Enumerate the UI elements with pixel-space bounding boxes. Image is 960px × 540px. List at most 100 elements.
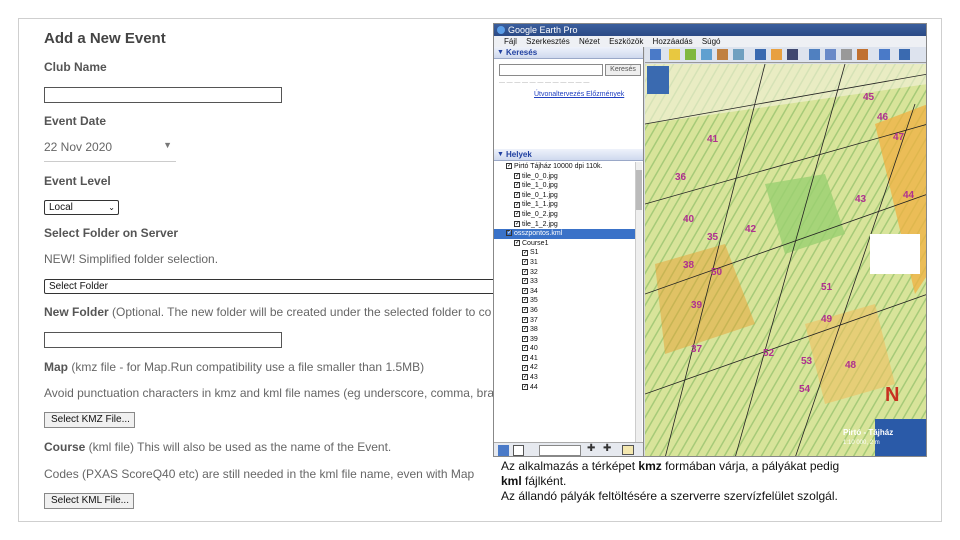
search-links[interactable]: Útvonaltervezés Előzmények bbox=[534, 91, 624, 98]
caption-text: Az alkalmazás a térképet bbox=[501, 459, 639, 473]
polygon-icon[interactable] bbox=[685, 49, 696, 60]
ruler-icon[interactable] bbox=[809, 49, 820, 60]
event-date-picker[interactable]: 22 Nov 2020 ▼ bbox=[44, 140, 176, 162]
checkbox-icon[interactable]: ✓ bbox=[522, 287, 528, 294]
checkbox-icon[interactable]: ✓ bbox=[514, 211, 520, 218]
checkbox-icon[interactable]: ✓ bbox=[522, 355, 528, 362]
ge-search-button[interactable]: Keresés bbox=[605, 64, 641, 76]
checkbox-icon[interactable]: ✓ bbox=[522, 326, 528, 333]
places-tree-item[interactable]: ✓ 37 bbox=[494, 316, 636, 326]
placemark-icon[interactable] bbox=[669, 49, 680, 60]
checkbox-icon[interactable]: ✓ bbox=[514, 201, 520, 208]
places-tree-item[interactable]: ✓ Pirtó Tájház 10000 dpi 110k. bbox=[494, 162, 636, 172]
select-folder-dropdown[interactable]: Select Folder bbox=[44, 279, 499, 294]
places-tree-item[interactable]: ✓ tile_0_0.jpg bbox=[494, 172, 636, 182]
control-point-label: 37 bbox=[691, 344, 703, 355]
places-tree-item[interactable]: ✓ osszpontos.kml bbox=[494, 229, 636, 239]
overlay-icon[interactable] bbox=[717, 49, 728, 60]
places-filter-input[interactable] bbox=[539, 445, 581, 456]
club-name-input[interactable] bbox=[44, 87, 282, 103]
save-image-icon[interactable] bbox=[857, 49, 868, 60]
places-header-label: Helyek bbox=[506, 150, 532, 159]
earth-view-icon[interactable] bbox=[899, 49, 910, 60]
checkbox-icon[interactable]: ✓ bbox=[506, 163, 512, 170]
email-icon[interactable] bbox=[825, 49, 836, 60]
places-panel-header[interactable]: ▼ Helyek bbox=[494, 149, 643, 161]
places-tree-item[interactable]: ✓ 43 bbox=[494, 373, 636, 383]
history-icon[interactable] bbox=[755, 49, 766, 60]
places-tree-item[interactable]: ✓ tile_0_1.jpg bbox=[494, 191, 636, 201]
move-down-icon[interactable]: ✚ bbox=[603, 443, 611, 454]
places-tree-item[interactable]: ✓ tile_0_2.jpg bbox=[494, 210, 636, 220]
checkbox-icon[interactable]: ✓ bbox=[514, 220, 520, 227]
control-point-label: 42 bbox=[745, 224, 757, 235]
places-tree-item[interactable]: ✓ 41 bbox=[494, 354, 636, 364]
checkbox-icon[interactable]: ✓ bbox=[522, 307, 528, 314]
layers-icon[interactable] bbox=[513, 445, 524, 456]
places-tree-item[interactable]: ✓ 38 bbox=[494, 325, 636, 335]
path-icon[interactable] bbox=[701, 49, 712, 60]
checkbox-icon[interactable]: ✓ bbox=[522, 259, 528, 266]
places-tree-item[interactable]: ✓ tile_1_2.jpg bbox=[494, 220, 636, 230]
menu-help[interactable]: Súgó bbox=[702, 37, 721, 46]
checkbox-icon[interactable]: ✓ bbox=[522, 383, 528, 390]
new-folder-input[interactable] bbox=[44, 332, 282, 348]
menu-edit[interactable]: Szerkesztés bbox=[526, 37, 570, 46]
globe-icon bbox=[497, 26, 505, 34]
new-folder-hint: (Optional. The new folder will be create… bbox=[108, 305, 492, 319]
checkbox-icon[interactable]: ✓ bbox=[522, 335, 528, 342]
checkbox-icon[interactable]: ✓ bbox=[522, 345, 528, 352]
print-icon[interactable] bbox=[841, 49, 852, 60]
places-tree-item[interactable]: ✓ 44 bbox=[494, 383, 636, 393]
checkbox-icon[interactable]: ✓ bbox=[522, 249, 528, 256]
folder-icon[interactable] bbox=[622, 445, 634, 455]
menu-add[interactable]: Hozzáadás bbox=[653, 37, 693, 46]
checkbox-icon[interactable]: ✓ bbox=[522, 268, 528, 275]
menu-tools[interactable]: Eszközök bbox=[609, 37, 643, 46]
places-tree-item[interactable]: ✓ 34 bbox=[494, 287, 636, 297]
checkbox-icon[interactable]: ✓ bbox=[506, 230, 512, 237]
select-kmz-button[interactable]: Select KMZ File... bbox=[44, 412, 135, 428]
menu-view[interactable]: Nézet bbox=[579, 37, 600, 46]
search-panel-header[interactable]: ▼ Keresés bbox=[494, 47, 643, 59]
sidebar-toggle-icon[interactable] bbox=[650, 49, 661, 60]
checkbox-icon[interactable]: ✓ bbox=[514, 172, 520, 179]
scrollbar-thumb[interactable] bbox=[636, 170, 642, 210]
menu-file[interactable]: Fájl bbox=[504, 37, 517, 46]
planets-icon[interactable] bbox=[787, 49, 798, 60]
checkbox-icon[interactable]: ✓ bbox=[522, 374, 528, 381]
places-tree-item[interactable]: ✓ 40 bbox=[494, 344, 636, 354]
places-tree-item[interactable]: ✓ tile_1_1.jpg bbox=[494, 200, 636, 210]
places-tree-item[interactable]: ✓ tile_1_0.jpg bbox=[494, 181, 636, 191]
ge-search-input[interactable] bbox=[499, 64, 603, 76]
checkbox-icon[interactable]: ✓ bbox=[514, 182, 520, 189]
places-tree-item[interactable]: ✓ 33 bbox=[494, 277, 636, 287]
maps-icon[interactable] bbox=[879, 49, 890, 60]
places-tree-item[interactable]: ✓ 36 bbox=[494, 306, 636, 316]
checkbox-icon[interactable]: ✓ bbox=[514, 239, 520, 246]
places-tree-item[interactable]: ✓ S1 bbox=[494, 248, 636, 258]
places-tree-item[interactable]: ✓ 42 bbox=[494, 363, 636, 373]
event-date-value: 22 Nov 2020 bbox=[44, 140, 113, 154]
checkbox-icon[interactable]: ✓ bbox=[514, 191, 520, 198]
places-tree-item[interactable]: ✓ 35 bbox=[494, 296, 636, 306]
places-scrollbar[interactable] bbox=[635, 162, 642, 452]
tour-icon[interactable] bbox=[733, 49, 744, 60]
checkbox-icon[interactable]: ✓ bbox=[522, 316, 528, 323]
checkbox-icon[interactable]: ✓ bbox=[522, 297, 528, 304]
search-panel-icon[interactable] bbox=[498, 445, 509, 456]
places-tree-item[interactable]: ✓ 39 bbox=[494, 335, 636, 345]
club-name-label: Club Name bbox=[44, 60, 107, 74]
places-tree-item[interactable]: ✓ 32 bbox=[494, 268, 636, 278]
checkbox-icon[interactable]: ✓ bbox=[522, 364, 528, 371]
event-level-select[interactable]: Local ⌄ bbox=[44, 200, 119, 215]
event-date-label: Event Date bbox=[44, 114, 107, 128]
places-tree-item[interactable]: ✓ Course1 bbox=[494, 239, 636, 249]
checkbox-icon[interactable]: ✓ bbox=[522, 278, 528, 285]
orienteering-map[interactable]: 46 45 47 41 36 43 44 40 42 35 38 50 51 49 39 37 52 53 48 54… bbox=[645, 64, 926, 456]
places-item-label: osszpontos.kml bbox=[514, 230, 563, 238]
select-kml-button[interactable]: Select KML File... bbox=[44, 493, 134, 509]
places-tree-item[interactable]: ✓ 31 bbox=[494, 258, 636, 268]
move-up-icon[interactable]: ✚ bbox=[587, 443, 595, 454]
sun-icon[interactable] bbox=[771, 49, 782, 60]
